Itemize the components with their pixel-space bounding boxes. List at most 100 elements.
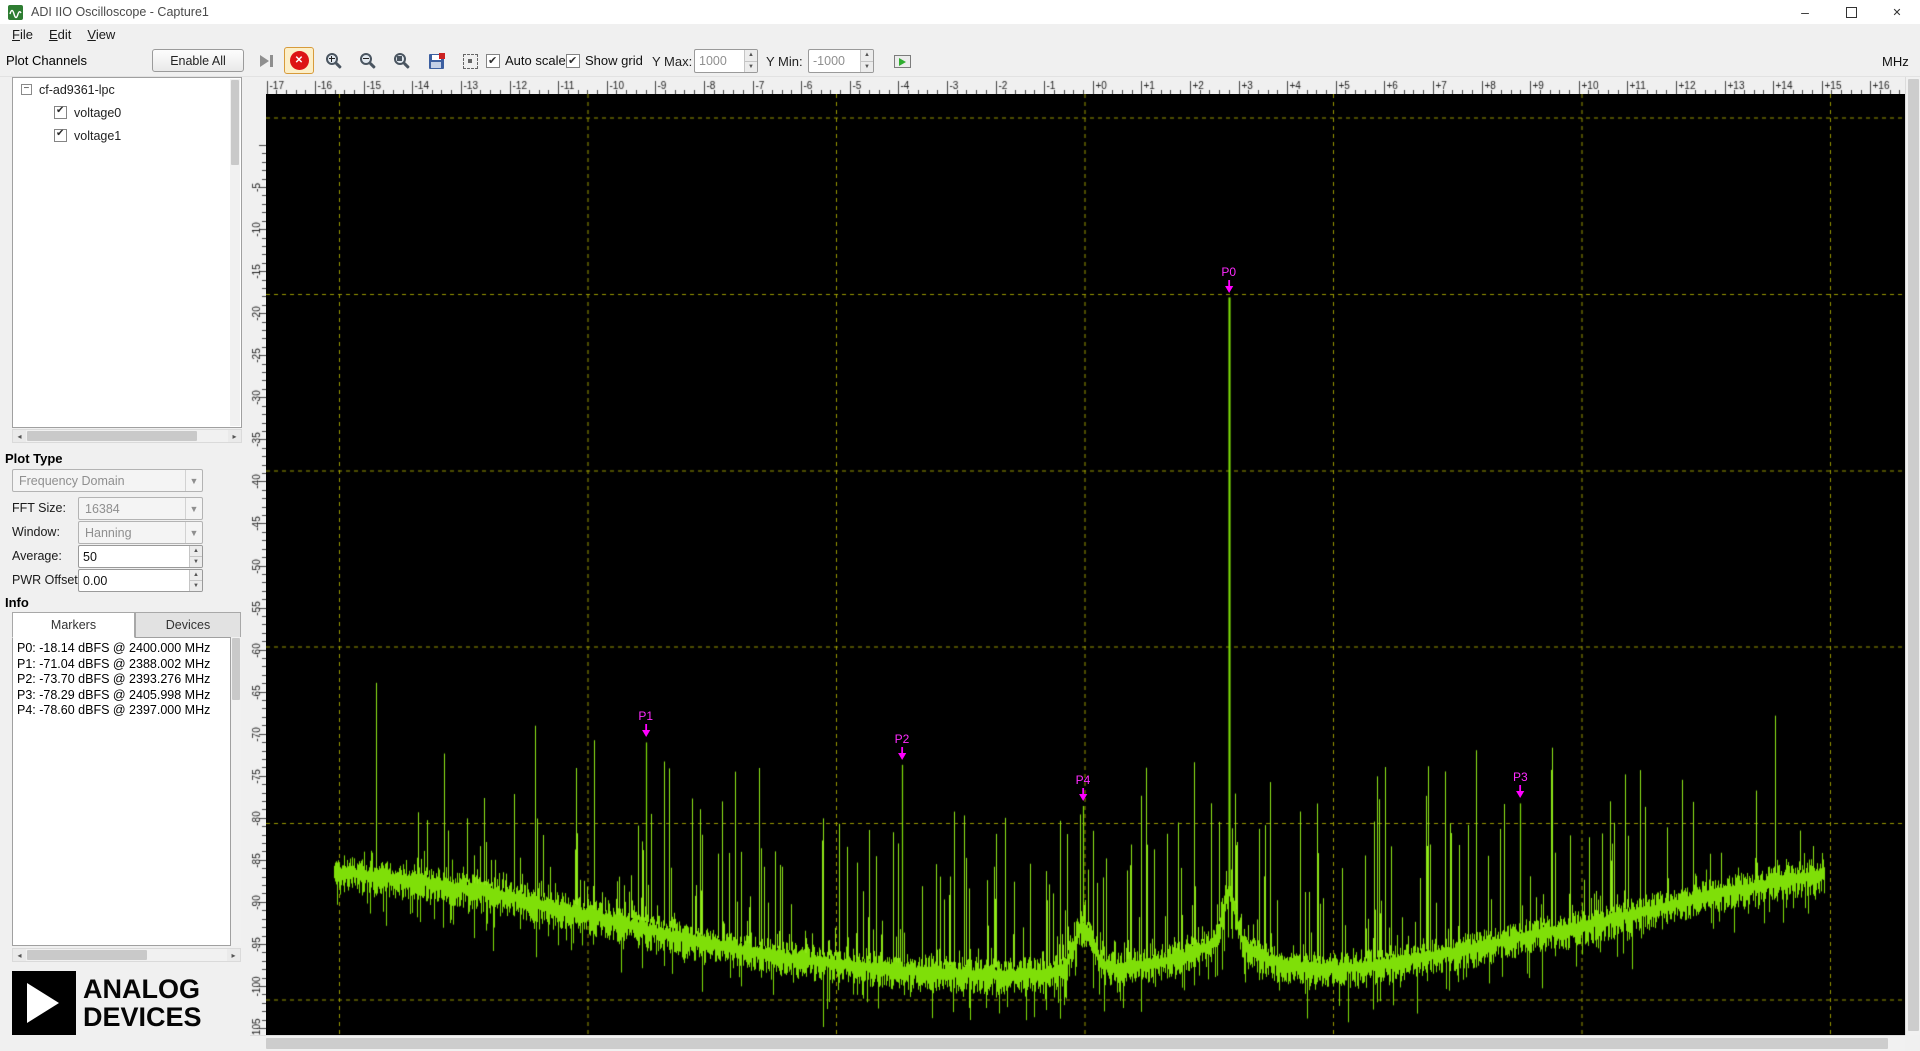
plot-channels-label: Plot Channels (6, 53, 87, 68)
show-grid-label: Show grid (585, 53, 643, 68)
zoom-fit-button[interactable] (388, 48, 416, 74)
tree-row-device[interactable]: cf-ad9361-lpc (13, 78, 241, 101)
menu-view[interactable]: View (79, 25, 123, 44)
marker-list[interactable]: P0: -18.14 dBFS @ 2400.000 MHzP1: -71.04… (12, 637, 231, 946)
tree-vscroll-thumb[interactable] (231, 80, 239, 165)
scroll-left-arrow-icon[interactable]: ◂ (13, 430, 26, 442)
average-input[interactable] (79, 546, 189, 567)
y-min-spin-buttons[interactable]: ▲▼ (860, 50, 873, 72)
list-vscroll-thumb[interactable] (232, 638, 240, 700)
average-label: Average: (12, 549, 62, 563)
channel-tree: cf-ad9361-lpc voltage0 voltage1 (12, 77, 242, 428)
save-capture-button[interactable] (422, 48, 450, 74)
plot-type-heading: Plot Type (5, 451, 63, 466)
scroll-right-arrow-icon[interactable]: ▸ (227, 949, 240, 961)
info-heading: Info (5, 595, 29, 610)
tree-vertical-scrollbar[interactable] (230, 79, 240, 426)
frequency-unit-label: MHz (1882, 54, 1909, 69)
marker-list-item-P1: P1: -71.04 dBFS @ 2388.002 MHz (17, 657, 230, 673)
fft-size-value: 16384 (85, 502, 120, 516)
fft-size-label: FFT Size: (12, 501, 66, 515)
pwr-offset-input[interactable] (79, 570, 189, 591)
save-icon (429, 54, 444, 69)
scroll-right-arrow-icon[interactable]: ▸ (228, 430, 241, 442)
app-icon (8, 5, 23, 20)
y-max-spin-buttons[interactable]: ▲▼ (744, 50, 757, 72)
y-max-spinbox: ▲▼ (694, 49, 758, 73)
marker-list-item-P3: P3: -78.29 dBFS @ 2405.998 MHz (17, 688, 230, 704)
marker-list-item-P2: P2: -73.70 dBFS @ 2393.276 MHz (17, 672, 230, 688)
analog-devices-logo: ANALOG DEVICES (12, 971, 202, 1035)
plot-hscroll-thumb[interactable] (266, 1038, 1888, 1049)
pwr-offset-spin-buttons[interactable]: ▲▼ (189, 570, 202, 591)
show-grid-option: Show grid (566, 53, 643, 68)
marker-list-vertical-scrollbar[interactable] (231, 637, 241, 946)
app-window: ADI IIO Oscilloscope - Capture1 FileEdit… (0, 0, 1920, 1051)
tab-markers[interactable]: Markers (12, 612, 135, 638)
fit-window-button[interactable] (456, 48, 484, 74)
logo-line1: ANALOG (83, 975, 202, 1003)
channel-label: voltage1 (74, 129, 121, 143)
auto-scale-checkbox[interactable] (486, 54, 500, 68)
stop-capture-button[interactable] (284, 47, 314, 74)
y-min-label: Y Min: (766, 54, 803, 69)
channel-checkbox-voltage1[interactable] (54, 129, 67, 142)
play-icon (260, 55, 269, 67)
average-spinbox: ▲▼ (78, 545, 203, 568)
fit-window-icon (463, 54, 478, 69)
maximize-button[interactable] (1828, 0, 1874, 24)
play-icon-bar (270, 55, 273, 67)
list-hscroll-thumb[interactable] (27, 950, 147, 960)
info-tabs: MarkersDevices (12, 612, 241, 638)
show-grid-checkbox[interactable] (566, 54, 580, 68)
zoom-fit-icon (394, 53, 411, 70)
toolbar: Plot Channels Enable All Auto scale (0, 45, 1920, 77)
adi-triangle-icon (27, 983, 59, 1023)
title-bar: ADI IIO Oscilloscope - Capture1 (0, 0, 1920, 24)
scrollbar-corner (1905, 1035, 1920, 1051)
capture-play-button[interactable] (252, 48, 280, 74)
y-max-label: Y Max: (652, 54, 692, 69)
zoom-out-icon (360, 53, 377, 70)
channel-label: voltage0 (74, 106, 121, 120)
pwr-offset-spinbox: ▲▼ (78, 569, 203, 592)
average-spin-buttons[interactable]: ▲▼ (189, 546, 202, 567)
marker-list-item-P0: P0: -18.14 dBFS @ 2400.000 MHz (17, 641, 230, 657)
left-panel: cf-ad9361-lpc voltage0 voltage1 ◂ ▸ Plot T… (0, 77, 250, 1051)
plot-horizontal-scrollbar[interactable] (250, 1035, 1905, 1051)
marker-list-horizontal-scrollbar[interactable]: ◂ ▸ (12, 948, 241, 962)
logo-line2: DEVICES (83, 1003, 202, 1031)
window-function-select[interactable]: Hanning ▼ (78, 521, 203, 544)
y-min-spinbox: ▲▼ (808, 49, 874, 73)
zoom-in-button[interactable] (320, 48, 348, 74)
menu-edit[interactable]: Edit (41, 25, 79, 44)
y-max-input[interactable] (695, 50, 744, 72)
menu-file[interactable]: File (4, 25, 41, 44)
plot-vertical-scrollbar[interactable] (1905, 77, 1920, 1035)
stop-icon (290, 51, 309, 70)
tree-expander-icon[interactable] (21, 84, 32, 95)
enable-all-button[interactable]: Enable All (152, 49, 244, 72)
scroll-left-arrow-icon[interactable]: ◂ (13, 949, 26, 961)
zoom-out-button[interactable] (354, 48, 382, 74)
chevron-down-icon: ▼ (185, 522, 202, 543)
window-function-label: Window: (12, 525, 60, 539)
plot-vscroll-thumb[interactable] (1908, 79, 1919, 1031)
spectrum-plot-canvas[interactable] (266, 94, 1905, 1035)
channel-checkbox-voltage0[interactable] (54, 106, 67, 119)
plot-type-select[interactable]: Frequency Domain ▼ (12, 469, 203, 492)
save-plot-image-button[interactable] (888, 48, 916, 74)
y-min-input[interactable] (809, 50, 860, 72)
tree-hscroll-thumb[interactable] (27, 431, 197, 441)
close-button[interactable] (1874, 0, 1920, 24)
marker-list-item-P4: P4: -78.60 dBFS @ 2397.000 MHz (17, 703, 230, 719)
chevron-down-icon: ▼ (185, 470, 202, 491)
zoom-in-icon (326, 53, 343, 70)
tab-devices[interactable]: Devices (135, 612, 241, 638)
save-plot-image-icon (894, 55, 911, 68)
tree-horizontal-scrollbar[interactable]: ◂ ▸ (12, 429, 242, 443)
tree-row-channel-voltage1[interactable]: voltage1 (13, 124, 241, 147)
fft-size-select[interactable]: 16384 ▼ (78, 497, 203, 520)
tree-row-channel-voltage0[interactable]: voltage0 (13, 101, 241, 124)
minimize-button[interactable] (1782, 0, 1828, 24)
